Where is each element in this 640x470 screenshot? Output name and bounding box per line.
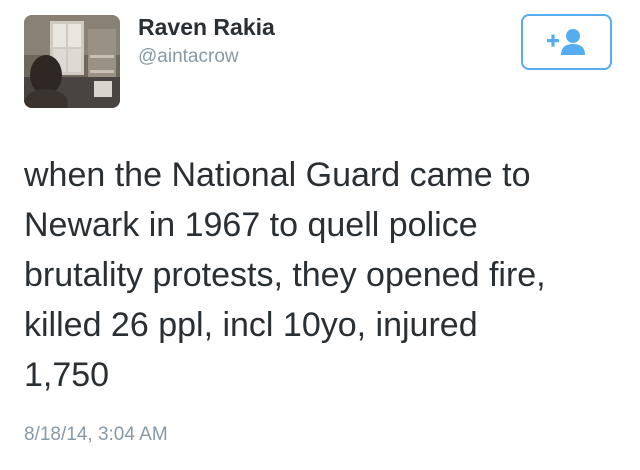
- tweet-text-line: Newark in 1967 to quell police: [24, 206, 478, 244]
- follow-button[interactable]: [521, 14, 612, 70]
- tweet-text: when the National Guard came to Newark i…: [24, 150, 624, 400]
- tweet-text-line: brutality protests, they opened fire,: [24, 256, 546, 294]
- tweet-timestamp[interactable]: 8/18/14, 3:04 AM: [24, 424, 168, 446]
- profile-photo-icon: [24, 15, 120, 108]
- tweet-text-line: killed 26 ppl, incl 10yo, injured: [24, 306, 478, 344]
- avatar[interactable]: [24, 15, 120, 108]
- author-display-name[interactable]: Raven Rakia: [138, 14, 275, 41]
- author-handle[interactable]: @aintacrow: [138, 46, 239, 68]
- add-user-icon: [546, 29, 585, 55]
- tweet-text-line: when the National Guard came to: [24, 156, 531, 194]
- tweet-text-line: 1,750: [24, 356, 110, 394]
